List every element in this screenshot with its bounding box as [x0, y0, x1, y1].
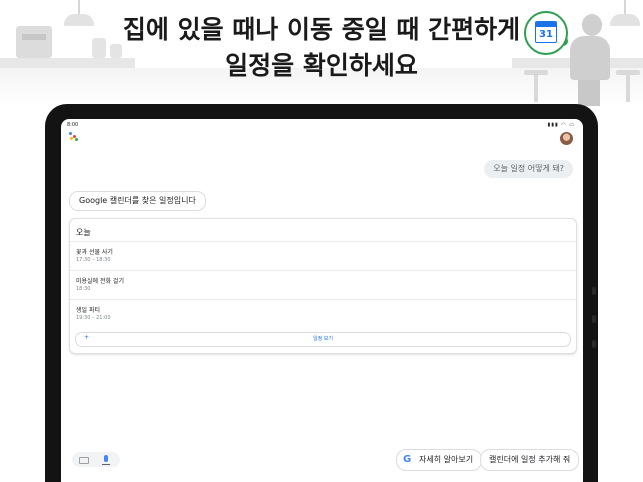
- event-title: 꽃과 선물 사기: [76, 249, 113, 256]
- keyboard-icon[interactable]: [79, 457, 89, 464]
- tablet-screen: 8:00 ▮▮▮ ◠ ▭ 오늘 일정 어떻게 돼? Google 캘린더를 찾은…: [61, 119, 583, 482]
- google-logo-icon: G: [403, 454, 412, 465]
- stool-leg: [626, 74, 630, 102]
- google-calendar-icon: 31: [535, 21, 557, 43]
- stool-leg: [534, 74, 538, 102]
- pendant-lamp-icon: [610, 14, 640, 26]
- tablet-side-button: [592, 287, 596, 295]
- event-row[interactable]: 생일 파티 19:30 – 21:00: [70, 299, 576, 329]
- add-event-label: 캘린더에 일정 추가해 줘: [489, 455, 571, 464]
- pendant-lamp-cord-left: [78, 0, 80, 14]
- microphone-icon[interactable]: [102, 455, 110, 465]
- view-schedule-button[interactable]: + 일정 보기: [75, 332, 571, 347]
- status-icons: ▮▮▮ ◠ ▭: [547, 122, 575, 128]
- jar-icon: [92, 38, 106, 58]
- headline-line-1: 집에 있을 때나 이동 중일 때 간편하게: [122, 15, 521, 44]
- schedule-card-title: 오늘: [76, 228, 91, 237]
- assistant-dot-yellow: [70, 137, 73, 140]
- promo-headline: 집에 있을 때나 이동 중일 때 간편하게 일정을 확인하세요: [110, 12, 533, 84]
- avatar[interactable]: [560, 132, 573, 145]
- view-schedule-label: 일정 보기: [313, 336, 333, 342]
- event-title: 생일 파티: [76, 307, 100, 314]
- add-event-chip[interactable]: 캘린더에 일정 추가해 줘: [480, 449, 580, 471]
- calendar-icon-day: 31: [539, 29, 553, 40]
- event-row[interactable]: 미용실에 전화 걸기 18:30: [70, 270, 576, 300]
- pendant-lamp-icon: [64, 14, 94, 26]
- assistant-input-bar[interactable]: [72, 452, 120, 467]
- pendant-lamp-cord-right: [624, 0, 626, 14]
- event-time: 19:30 – 21:00: [76, 315, 111, 321]
- person-illustration-legs: [578, 80, 600, 106]
- app-store-screenshot: 집에 있을 때나 이동 중일 때 간편하게 일정을 확인하세요 31 8:00 …: [0, 0, 643, 482]
- tablet-side-button: [592, 340, 596, 348]
- event-time: 17:30 – 18:30: [76, 257, 111, 263]
- event-time: 18:30: [76, 286, 91, 292]
- coffee-machine-icon: [16, 26, 52, 58]
- event-row[interactable]: 꽃과 선물 사기 17:30 – 18:30: [70, 241, 576, 271]
- status-time: 8:00: [67, 122, 79, 128]
- person-illustration-head: [582, 14, 602, 36]
- learn-more-label: 자세히 알아보기: [419, 455, 474, 464]
- schedule-card: 오늘 꽃과 선물 사기 17:30 – 18:30 미용실에 전화 걸기 18:…: [69, 218, 577, 354]
- tablet-side-button: [592, 315, 596, 323]
- headline-line-2: 일정을 확인하세요: [225, 51, 418, 80]
- person-illustration-body: [570, 36, 610, 80]
- user-query-bubble: 오늘 일정 어떻게 돼?: [484, 160, 573, 178]
- event-title: 미용실에 전화 걸기: [76, 278, 124, 285]
- assistant-dot-green: [75, 138, 78, 141]
- learn-more-chip[interactable]: G 자세히 알아보기: [396, 449, 483, 471]
- google-assistant-icon: [69, 132, 79, 141]
- assistant-dot-blue: [69, 132, 72, 135]
- assistant-reply-bubble: Google 캘린더를 찾은 일정입니다: [69, 191, 206, 211]
